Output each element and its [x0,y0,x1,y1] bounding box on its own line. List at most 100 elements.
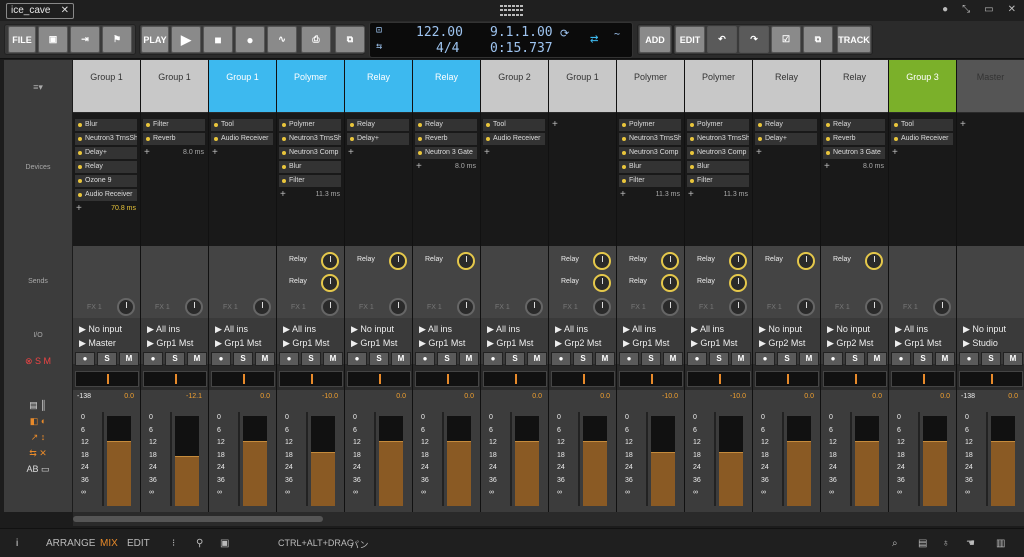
undo-icon[interactable]: ↶ [707,26,737,53]
input-select[interactable]: ▶ No input [79,324,122,335]
output-select[interactable]: ▶ Grp1 Mst [691,338,737,349]
keyboard-icon[interactable]: ▥ [996,538,1005,549]
fader-track[interactable] [306,412,308,506]
print-icon[interactable]: ⎙ [301,26,331,53]
channel-header[interactable]: Polymer [685,60,752,112]
input-select[interactable]: ▶ No input [351,324,394,335]
send-knob[interactable] [457,252,475,270]
routing-icons[interactable]: ↗ ↕ [4,432,72,443]
pan-slider[interactable] [619,371,683,387]
solo-button[interactable]: S [437,352,457,366]
send-knob[interactable] [321,252,339,270]
close-icon[interactable]: ✕ [61,4,69,18]
play-menu-button[interactable]: PLAY [141,26,169,53]
add-device-icon[interactable]: + [756,147,762,158]
mute-button[interactable]: M [119,352,139,366]
record-arm-button[interactable]: ● [211,352,231,366]
device-item[interactable]: Relay [75,161,137,173]
device-item[interactable]: Neutron3 TrnsSh [687,133,749,145]
channel-header[interactable]: Relay [345,60,412,112]
device-item[interactable]: Delay+ [755,133,817,145]
solo-button[interactable]: S [97,352,117,366]
add-device-icon[interactable]: + [212,147,218,158]
scrollbar-thumb[interactable] [73,516,323,522]
fx-send-knob[interactable] [321,298,339,316]
mute-button[interactable]: M [187,352,207,366]
device-item[interactable]: Blur [619,161,681,173]
input-select[interactable]: ▶ All ins [419,324,452,335]
pan-slider[interactable] [279,371,343,387]
position-display[interactable]: 9.1.1.00 [490,25,553,40]
record-arm-button[interactable]: ● [619,352,639,366]
output-select[interactable]: ▶ Grp2 Mst [827,338,873,349]
fx-send-knob[interactable] [593,298,611,316]
plug-icon[interactable]: ♁ [942,538,950,549]
solo-button[interactable]: S [301,352,321,366]
add-device-icon[interactable]: + [416,161,422,172]
record-arm-button[interactable]: ● [959,352,979,366]
device-item[interactable]: Polymer [687,119,749,131]
output-select[interactable]: ▶ Studio [963,338,998,349]
device-item[interactable]: Audio Receiver [483,133,545,145]
record-arm-button[interactable]: ● [551,352,571,366]
channel-header[interactable]: Group 2 [481,60,548,112]
solo-button[interactable]: S [709,352,729,366]
fx-send-knob[interactable] [797,298,815,316]
mute-button[interactable]: M [663,352,683,366]
maximize-icon[interactable]: ▭ [984,4,993,15]
layout-icons[interactable]: ▤ ║ [4,400,72,411]
pan-slider[interactable] [959,371,1023,387]
panel-menu-icon[interactable]: ≡▾ [4,82,72,93]
solo-button[interactable]: S [913,352,933,366]
mute-button[interactable]: M [1003,352,1023,366]
solo-button[interactable]: S [573,352,593,366]
input-select[interactable]: ▶ All ins [895,324,928,335]
solo-button[interactable]: S [369,352,389,366]
fullscreen-icon[interactable]: ⤡ [962,4,970,15]
fx-send-knob[interactable] [457,298,475,316]
input-select[interactable]: ▶ All ins [215,324,248,335]
device-item[interactable]: Relay [823,119,885,131]
checkbox-icon[interactable]: ☑ [771,26,801,53]
loop-icon[interactable]: ⊡ [376,25,382,36]
device-item[interactable]: Blur [279,161,341,173]
mixer-scrollbar[interactable] [73,512,1024,526]
solo-button[interactable]: S [233,352,253,366]
fx-send-knob[interactable] [729,298,747,316]
window-close-icon[interactable]: ✕ [1008,4,1016,15]
flag-icon[interactable]: ⚑ [102,26,132,53]
record-arm-button[interactable]: ● [279,352,299,366]
send-knob[interactable] [661,274,679,292]
info-icon[interactable]: i [16,538,18,549]
edit-tab[interactable]: EDIT [127,538,150,549]
fx-send-knob[interactable] [117,298,135,316]
channel-header[interactable]: Polymer [617,60,684,112]
channel-header[interactable]: Polymer [277,60,344,112]
device-item[interactable]: Filter [619,175,681,187]
fader-track[interactable] [510,412,512,506]
input-select[interactable]: ▶ All ins [147,324,180,335]
time-display[interactable]: 0:15.737 [490,41,553,56]
device-item[interactable]: Reverb [415,133,477,145]
play-icon[interactable]: ▶ [171,26,201,53]
output-select[interactable]: ▶ Grp1 Mst [283,338,329,349]
input-select[interactable]: ▶ All ins [487,324,520,335]
add-device-icon[interactable]: + [960,119,966,130]
automation-icon[interactable]: ∿ [267,26,297,53]
pan-slider[interactable] [347,371,411,387]
input-select[interactable]: ▶ No input [963,324,1006,335]
track-button[interactable]: TRACK [837,26,871,53]
pan-slider[interactable] [483,371,547,387]
record-button-icon[interactable]: ● [235,26,265,53]
add-device-icon[interactable]: + [552,119,558,130]
record-arm-button[interactable]: ● [347,352,367,366]
input-select[interactable]: ▶ All ins [555,324,588,335]
add-device-icon[interactable]: + [620,189,626,200]
device-item[interactable]: Reverb [143,133,205,145]
send-knob[interactable] [661,252,679,270]
punch-icon[interactable]: ⇆ [376,41,382,52]
record-arm-button[interactable]: ● [891,352,911,366]
add-device-icon[interactable]: + [280,189,286,200]
send-knob[interactable] [865,252,883,270]
hand-icon[interactable]: ☚ [966,538,975,549]
